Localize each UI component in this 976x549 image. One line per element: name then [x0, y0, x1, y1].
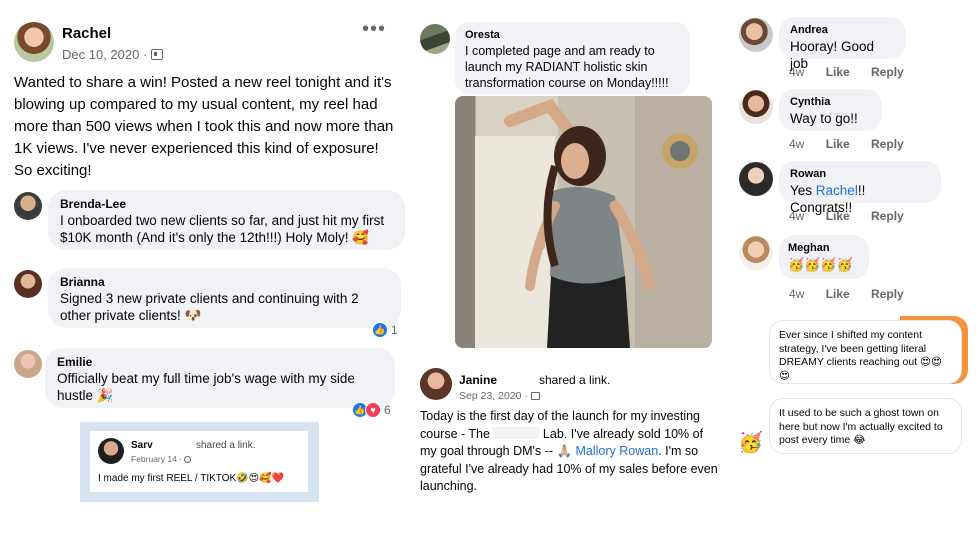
janine-date-text: Sep 23, 2020 ·	[459, 390, 528, 402]
comment-text: Officially beat my full time job's wage …	[57, 371, 355, 403]
comment-bubble: Cynthia Way to go!!	[779, 89, 882, 131]
avatar[interactable]	[14, 350, 42, 378]
shared-link-card[interactable]: Sarv shared a link. February 14 · I made…	[90, 431, 308, 492]
avatar[interactable]	[739, 236, 773, 270]
comment-bubble: Brenda-Lee I onboarded two new clients s…	[48, 190, 405, 250]
comment-bubble: Brianna Signed 3 new private clients and…	[48, 268, 401, 328]
message-bubble: Ever since I shifted my content strategy…	[769, 320, 962, 384]
post-date[interactable]: Dec 10, 2020 ·	[62, 47, 164, 62]
comment-age: 4w	[789, 137, 805, 151]
comment-actions: 4w Like Reply	[789, 287, 922, 301]
like-link[interactable]: Like	[826, 209, 850, 223]
more-options-icon[interactable]: •••	[362, 19, 386, 39]
love-reaction-icon: ♥	[365, 402, 381, 418]
avatar[interactable]	[14, 192, 42, 220]
comment-author[interactable]: Meghan	[788, 241, 860, 256]
avatar[interactable]	[14, 270, 42, 298]
comment-text: I onboarded two new clients so far, and …	[60, 213, 385, 245]
comment-author[interactable]: Brianna	[60, 275, 389, 290]
post-body: Wanted to share a win! Posted a new reel…	[14, 74, 394, 179]
comment-text: Way to go!!	[790, 111, 858, 126]
janine-action: shared a link.	[539, 373, 611, 387]
avatar[interactable]	[739, 162, 773, 196]
avatar[interactable]	[420, 24, 450, 54]
comment-text: I completed page and am ready to launch …	[465, 44, 669, 90]
comment-author[interactable]: Oresta	[465, 28, 680, 43]
post-author[interactable]: Rachel	[62, 25, 111, 42]
reaction-count: 6	[384, 403, 391, 417]
avatar[interactable]	[420, 368, 452, 400]
comment-text-start: Yes	[790, 183, 813, 198]
comment-actions: 4w Like Reply	[789, 209, 922, 223]
message-bubble: It used to be such a ghost town on here …	[769, 398, 962, 454]
message-text: It used to be such a ghost town on here …	[779, 407, 943, 446]
shared-text: I made my first REEL / TIKTOK🤣😍🥰❤️	[98, 473, 284, 484]
reaction-summary[interactable]: 👍 1	[372, 322, 398, 338]
comment-bubble: Meghan 🥳🥳🥳🥳	[779, 235, 869, 279]
comment-age: 4w	[789, 65, 805, 79]
party-emoji-icon: 🥳	[738, 432, 763, 454]
reply-link[interactable]: Reply	[871, 65, 904, 79]
shared-action: shared a link.	[196, 440, 256, 451]
reaction-count: 1	[391, 323, 398, 337]
comment-author[interactable]: Cynthia	[790, 95, 871, 110]
comment-age: 4w	[789, 209, 805, 223]
mention-link[interactable]: Rachel	[816, 183, 858, 198]
avatar[interactable]	[98, 438, 124, 464]
gif-illustration	[475, 96, 712, 348]
avatar[interactable]	[14, 22, 54, 62]
comment-author[interactable]: Rowan	[790, 167, 930, 182]
post-date-text: Dec 10, 2020 ·	[62, 47, 148, 62]
reply-link[interactable]: Reply	[871, 209, 904, 223]
comment-bubble: Rowan Yes Rachel!! Congrats!!	[779, 161, 941, 215]
janine-author[interactable]: Janine	[459, 373, 497, 387]
like-reaction-icon: 👍	[372, 322, 388, 338]
reply-link[interactable]: Reply	[871, 137, 904, 151]
comment-bubble: Oresta I completed page and am ready to …	[455, 22, 690, 94]
like-link[interactable]: Like	[826, 65, 850, 79]
globe-icon	[184, 456, 192, 463]
comment-actions: 4w Like Reply	[789, 137, 922, 151]
comment-age: 4w	[789, 287, 805, 301]
mention-link[interactable]: Mallory Rowan	[576, 444, 659, 458]
comment-author[interactable]: Brenda-Lee	[60, 197, 393, 212]
message-text: Ever since I shifted my content strategy…	[779, 329, 942, 382]
comment-text: 🥳🥳🥳🥳	[788, 257, 853, 272]
group-icon	[151, 49, 164, 60]
janine-body: Today is the first day of the launch for…	[420, 408, 720, 496]
comment-bubble: Emilie Officially beat my full time job'…	[45, 348, 395, 408]
avatar[interactable]	[739, 90, 773, 124]
like-link[interactable]: Like	[826, 137, 850, 151]
janine-date: Sep 23, 2020 ·	[459, 390, 540, 402]
comment-author[interactable]: Andrea	[790, 23, 895, 38]
avatar[interactable]	[739, 18, 773, 52]
group-icon	[530, 392, 540, 400]
reaction-summary[interactable]: 👍 ♥ 6	[352, 402, 391, 418]
shared-date: February 14 ·	[131, 454, 192, 464]
dancing-gif-image[interactable]	[455, 96, 712, 348]
shared-author[interactable]: Sarv	[131, 440, 153, 451]
comment-bubble: Andrea Hooray! Good job	[779, 17, 906, 71]
redacted-text	[493, 426, 540, 439]
like-link[interactable]: Like	[826, 287, 850, 301]
comment-author[interactable]: Emilie	[57, 355, 383, 370]
shared-date-text: February 14 ·	[131, 454, 183, 464]
comment-actions: 4w Like Reply	[789, 65, 922, 79]
reply-link[interactable]: Reply	[871, 287, 904, 301]
comment-text: Signed 3 new private clients and continu…	[60, 291, 359, 323]
